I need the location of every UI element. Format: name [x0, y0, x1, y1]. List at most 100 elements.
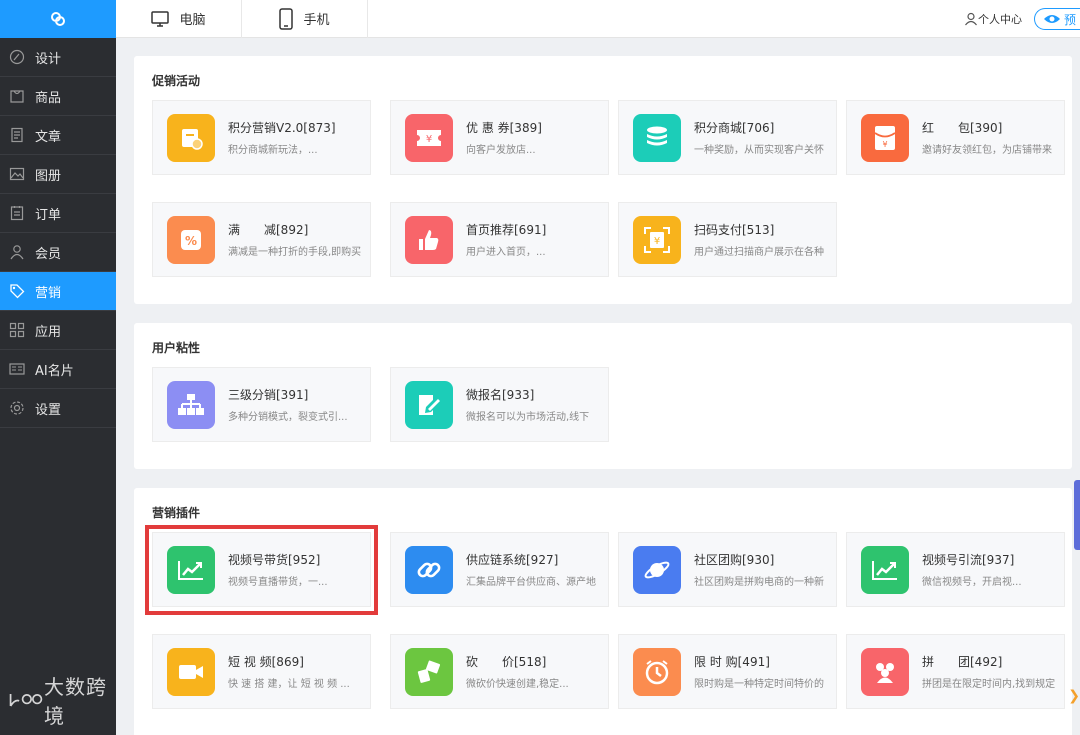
- app-card-description: 社区团购是拼购电商的一种新: [694, 577, 824, 588]
- sidebar-item[interactable]: 图册: [0, 155, 116, 194]
- svg-text:¥: ¥: [654, 236, 660, 247]
- app-card[interactable]: 砍 价[518] 微砍价快速创建,稳定...: [390, 634, 609, 709]
- sidebar-item-label: 订单: [35, 207, 62, 223]
- section-marketing-plugins: 营销插件 视频号带货[952] 视频号直播带货，一... 供应链系统[927] 汇集品…: [134, 488, 1072, 735]
- app-card-description: 邀请好友领红包，为店铺带来: [922, 145, 1052, 156]
- trend-icon: [861, 546, 909, 594]
- app-card-title: 微报名[933]: [466, 388, 535, 402]
- app-card[interactable]: ¥ 扫码支付[513] 用户通过扫描商户展示在各种: [618, 202, 837, 277]
- sidebar-item[interactable]: 会员: [0, 233, 116, 272]
- edge-tab: [1074, 480, 1080, 550]
- app-card[interactable]: 积分商城[706] 一种奖励，从而实现客户关怀: [618, 100, 837, 175]
- app-card-description: 积分商城新玩法，...: [228, 145, 318, 156]
- app-card[interactable]: ¥ 优 惠 券[389] 向客户发放店...: [390, 100, 609, 175]
- sidebar-item[interactable]: 订单: [0, 194, 116, 233]
- gear-icon: [8, 399, 26, 417]
- svg-text:¥: ¥: [882, 140, 887, 149]
- app-card-title: 视频号带货[952]: [228, 553, 321, 567]
- clock-icon: [633, 648, 681, 696]
- logo[interactable]: [0, 0, 116, 38]
- sidebar-item[interactable]: AI名片: [0, 350, 116, 389]
- app-card-description: 拼团是在限定时间内,找到规定: [922, 679, 1056, 690]
- app-card[interactable]: 供应链系统[927] 汇集品牌平台供应商、源产地: [390, 532, 609, 607]
- app-card-description: 一种奖励，从而实现客户关怀: [694, 145, 824, 156]
- redpacket-icon: ¥: [861, 114, 909, 162]
- tag-icon: [8, 282, 26, 300]
- app-card-title: 积分商城[706]: [694, 121, 775, 135]
- section-title: 用户粘性: [152, 341, 201, 355]
- app-card-description: 视频号直播带货，一...: [228, 577, 328, 588]
- sidebar-item[interactable]: 设置: [0, 389, 116, 428]
- sidebar-item[interactable]: 商品: [0, 77, 116, 116]
- coins-icon: [633, 114, 681, 162]
- app-card[interactable]: 首页推荐[691] 用户进入首页，...: [390, 202, 609, 277]
- app-card[interactable]: 拼 团[492] 拼团是在限定时间内,找到规定: [846, 634, 1065, 709]
- section-title: 促销活动: [152, 74, 201, 88]
- app-card-title: 拼 团[492]: [922, 655, 1003, 669]
- app-card[interactable]: 限 时 购[491] 限时购是一种特定时间特价的: [618, 634, 837, 709]
- album-icon: [8, 165, 26, 183]
- app-card[interactable]: 视频号引流[937] 微信视频号，开启视...: [846, 532, 1065, 607]
- bargain-icon: [405, 648, 453, 696]
- watermark: 大数跨境: [8, 671, 116, 729]
- tab-desktop-label: 电脑: [179, 13, 206, 28]
- section-user-retention: 用户粘性 三级分销[391] 多种分销模式，裂变式引... 微报名[933] 微报名可…: [134, 323, 1072, 469]
- app-card-title: 短 视 频[869]: [228, 655, 304, 669]
- sidebar-item-label: 营销: [35, 285, 62, 301]
- app-card-description: 用户进入首页，...: [466, 247, 546, 258]
- trend-icon: [167, 546, 215, 594]
- app-card[interactable]: % 满 减[892] 满减是一种打折的手段,即购买: [152, 202, 371, 277]
- app-card-title: 砍 价[518]: [466, 655, 547, 669]
- sidebar-item[interactable]: 设计: [0, 38, 116, 77]
- preview-label: 预: [1064, 12, 1077, 27]
- sidebar-item-label: 设置: [35, 402, 62, 418]
- coupon-icon: ¥: [405, 114, 453, 162]
- user-icon: [965, 12, 977, 26]
- points-icon: [167, 114, 215, 162]
- sidebar-item-label: 应用: [35, 324, 62, 340]
- app-card[interactable]: 积分营销V2.0[873] 积分商城新玩法，...: [152, 100, 371, 175]
- sidebar-item-label: 会员: [35, 246, 62, 262]
- app-card-title: 限 时 购[491]: [694, 655, 770, 669]
- app-card[interactable]: 视频号带货[952] 视频号直播带货，一...: [152, 532, 371, 607]
- app-card-description: 限时购是一种特定时间特价的: [694, 679, 824, 690]
- tab-mobile-label: 手机: [303, 13, 330, 28]
- hierarchy-icon: [167, 381, 215, 429]
- member-icon: [8, 243, 26, 261]
- sidebar-item[interactable]: 文章: [0, 116, 116, 155]
- thumbs-up-icon: [405, 216, 453, 264]
- sidebar-item-label: 商品: [35, 90, 62, 106]
- app-card[interactable]: 短 视 频[869] 快 速 搭 建，让 短 视 频 ...: [152, 634, 371, 709]
- goods-icon: [8, 87, 26, 105]
- app-card-description: 汇集品牌平台供应商、源产地: [466, 577, 596, 588]
- app-card[interactable]: ¥ 红 包[390] 邀请好友领红包，为店铺带来: [846, 100, 1065, 175]
- app-card-title: 视频号引流[937]: [922, 553, 1015, 567]
- user-center-link[interactable]: 个人中心: [964, 11, 1022, 27]
- svg-text:¥: ¥: [426, 134, 432, 145]
- app-card[interactable]: 三级分销[391] 多种分销模式，裂变式引...: [152, 367, 371, 442]
- planet-icon: [633, 546, 681, 594]
- phone-icon: [279, 7, 294, 30]
- app-card[interactable]: 社区团购[930] 社区团购是拼购电商的一种新: [618, 532, 837, 607]
- signup-icon: [405, 381, 453, 429]
- topbar: 电脑 手机 个人中心 预: [116, 0, 1080, 38]
- app-card-description: 多种分销模式，裂变式引...: [228, 412, 348, 423]
- sidebar-item-label: 设计: [35, 51, 62, 67]
- sidebar-item[interactable]: 应用: [0, 311, 116, 350]
- app-card-title: 积分营销V2.0[873]: [228, 121, 336, 135]
- apps-icon: [8, 321, 26, 339]
- watermark-logo-icon: [9, 694, 43, 707]
- tab-desktop[interactable]: 电脑: [116, 0, 242, 38]
- app-card[interactable]: 微报名[933] 微报名可以为市场活动,线下: [390, 367, 609, 442]
- article-icon: [8, 126, 26, 144]
- watermark-text: 大数跨境: [44, 675, 107, 728]
- sidebar-item[interactable]: 营销: [0, 272, 116, 311]
- section-promotions: 促销活动 积分营销V2.0[873] 积分商城新玩法，... ¥ 优 惠 券[389]…: [134, 56, 1072, 304]
- svg-text:%: %: [185, 234, 197, 248]
- tab-mobile[interactable]: 手机: [242, 0, 368, 38]
- video-icon: [167, 648, 215, 696]
- design-icon: [8, 48, 26, 66]
- app-card-description: 微砍价快速创建,稳定...: [466, 679, 569, 690]
- app-card-title: 三级分销[391]: [228, 388, 309, 402]
- preview-button[interactable]: 预: [1034, 8, 1080, 30]
